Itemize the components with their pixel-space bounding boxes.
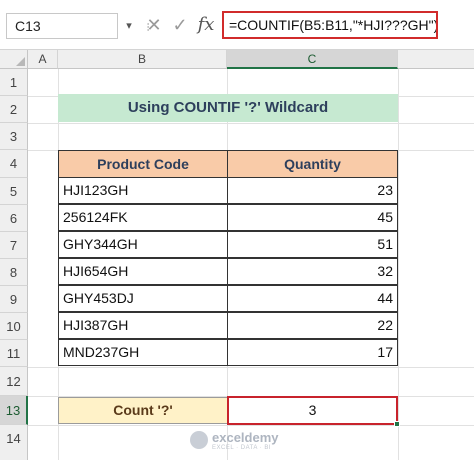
table-cell-quantity[interactable]: 17 bbox=[227, 339, 398, 366]
gridline bbox=[28, 367, 474, 368]
table-header-product-code[interactable]: Product Code bbox=[58, 150, 228, 178]
column-header-d[interactable] bbox=[398, 50, 474, 69]
row-header-14[interactable]: 14 bbox=[0, 425, 28, 460]
row-header-9[interactable]: 9 bbox=[0, 286, 28, 313]
table-cell-product-code[interactable]: GHY453DJ bbox=[58, 285, 228, 312]
gridline bbox=[28, 123, 474, 124]
select-all-button[interactable] bbox=[0, 50, 28, 69]
row-header-6[interactable]: 6 bbox=[0, 205, 28, 232]
table-cell-quantity[interactable]: 51 bbox=[227, 231, 398, 258]
insert-function-icon[interactable]: fx bbox=[194, 12, 218, 38]
table-cell-quantity[interactable]: 45 bbox=[227, 204, 398, 231]
table-cell-quantity[interactable]: 22 bbox=[227, 312, 398, 339]
fill-handle[interactable] bbox=[394, 421, 400, 427]
table-cell-quantity[interactable]: 32 bbox=[227, 258, 398, 285]
row-header-2[interactable]: 2 bbox=[0, 96, 28, 123]
name-box[interactable]: C13 bbox=[6, 13, 118, 39]
table-cell-product-code[interactable]: 256124FK bbox=[58, 204, 228, 231]
table-cell-quantity[interactable]: 44 bbox=[227, 285, 398, 312]
enter-check-icon[interactable]: ✓ bbox=[168, 12, 192, 38]
table-cell-quantity[interactable]: 23 bbox=[227, 177, 398, 204]
exceldemy-logo: exceldemy EXCEL · DATA · BI bbox=[190, 428, 300, 454]
row-header-12[interactable]: 12 bbox=[0, 367, 28, 396]
row-header-4[interactable]: 4 bbox=[0, 150, 28, 178]
exceldemy-logo-icon bbox=[190, 431, 208, 449]
cancel-icon[interactable]: ✕ bbox=[142, 12, 166, 38]
table-cell-product-code[interactable]: HJI387GH bbox=[58, 312, 228, 339]
column-header-c[interactable]: C bbox=[227, 50, 398, 69]
row-header-11[interactable]: 11 bbox=[0, 340, 28, 367]
table-cell-product-code[interactable]: MND237GH bbox=[58, 339, 228, 366]
row-header-5[interactable]: 5 bbox=[0, 178, 28, 205]
row-header-8[interactable]: 8 bbox=[0, 259, 28, 286]
row-header-3[interactable]: 3 bbox=[0, 123, 28, 150]
name-box-dropdown-icon[interactable]: ▾ bbox=[122, 14, 136, 38]
count-label-cell[interactable]: Count '?' bbox=[58, 397, 228, 424]
select-all-triangle-icon bbox=[16, 57, 25, 66]
logo-brand-text: exceldemy bbox=[212, 430, 279, 445]
row-header-1[interactable]: 1 bbox=[0, 69, 28, 96]
formula-bar: C13 ▾ ··· ✕ ✓ fx =COUNTIF(B5:B11,"*HJI??… bbox=[0, 0, 474, 50]
sheet-title[interactable]: Using COUNTIF '?' Wildcard bbox=[58, 94, 398, 122]
table-cell-product-code[interactable]: GHY344GH bbox=[58, 231, 228, 258]
table-cell-product-code[interactable]: HJI654GH bbox=[58, 258, 228, 285]
count-result-cell[interactable]: 3 bbox=[227, 396, 398, 425]
formula-input[interactable]: =COUNTIF(B5:B11,"*HJI???GH") bbox=[222, 11, 438, 39]
table-header-quantity[interactable]: Quantity bbox=[227, 150, 398, 178]
row-header-13[interactable]: 13 bbox=[0, 396, 28, 425]
logo-tagline-text: EXCEL · DATA · BI bbox=[212, 445, 272, 451]
gridline bbox=[398, 69, 399, 460]
column-header-b[interactable]: B bbox=[58, 50, 227, 69]
column-header-a[interactable]: A bbox=[28, 50, 58, 69]
row-header-7[interactable]: 7 bbox=[0, 232, 28, 259]
row-header-10[interactable]: 10 bbox=[0, 313, 28, 340]
gridline bbox=[28, 425, 474, 426]
table-cell-product-code[interactable]: HJI123GH bbox=[58, 177, 228, 204]
